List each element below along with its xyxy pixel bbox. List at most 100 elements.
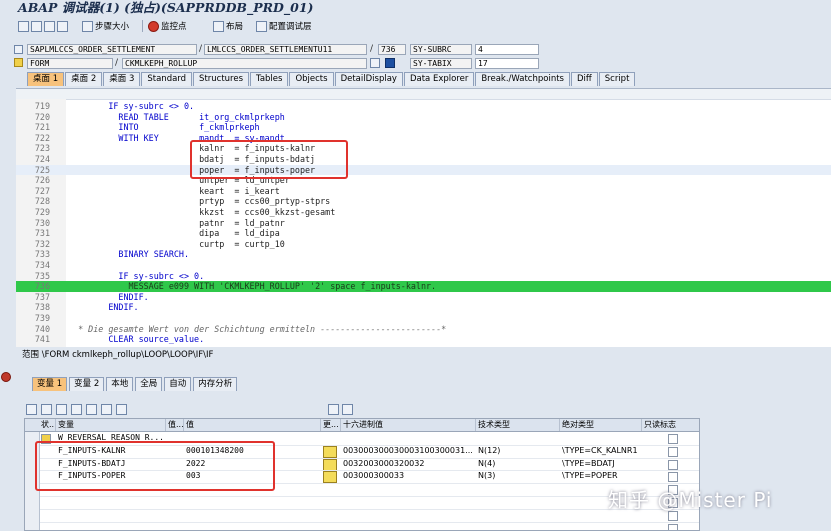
step-size-button[interactable]: 步骤大小 [82, 19, 129, 33]
line-number: 739 [34, 313, 50, 323]
cell-hex [341, 496, 476, 509]
program-icon [14, 45, 23, 54]
code-line[interactable]: 736 MESSAGE e099 WITH 'CKMLKEPH_ROLLUP' … [16, 281, 831, 292]
variables-table[interactable]: 状... 变量 值... 值 更... 十六进制值 技术类型 绝对类型 只读标志… [24, 418, 700, 531]
delete-icon[interactable] [26, 404, 37, 415]
code-text: MESSAGE e099 WITH 'CKMLKEPH_ROLLUP' '2' … [68, 281, 437, 292]
save-icon[interactable] [370, 58, 380, 68]
return-icon[interactable] [44, 20, 55, 32]
line-number: 737 [34, 291, 50, 302]
tab-structures[interactable]: Structures [193, 72, 250, 86]
save-variables-icon[interactable] [328, 404, 339, 415]
execute-icon[interactable] [31, 20, 42, 32]
col-variable[interactable]: 变量 [56, 419, 166, 431]
cell-val[interactable] [184, 509, 321, 522]
code-line[interactable]: 722 WITH KEY mandt = sy-mandt [16, 133, 831, 144]
readonly-checkbox [642, 432, 699, 445]
cell-val[interactable] [184, 496, 321, 509]
list-icon[interactable] [71, 404, 82, 415]
code-line[interactable]: 719 IF sy-subrc <> 0. [16, 101, 831, 112]
table-icon[interactable] [116, 404, 127, 415]
col-readonly[interactable]: 只读标志 [642, 419, 699, 431]
code-line[interactable]: 728 prtyp = ccs00_prtyp-stprs [16, 196, 831, 207]
code-line[interactable]: 732 curtp = curtp_10 [16, 239, 831, 250]
col-value[interactable]: 值 [184, 419, 321, 431]
col-status[interactable]: 状... [39, 419, 56, 431]
breakpoint-icon[interactable] [1, 372, 11, 382]
layout-icon [213, 20, 224, 32]
info-icon[interactable] [385, 58, 395, 68]
code-line[interactable]: 726 untper = ld_untper [16, 175, 831, 186]
code-line[interactable]: 723 kalnr = f_inputs-kalnr [16, 143, 831, 154]
line-field: 736 [378, 44, 406, 55]
tab-variables-2[interactable]: 变量 2 [69, 377, 105, 391]
continue-icon[interactable] [57, 20, 68, 32]
code-line[interactable]: 720 READ TABLE it_org_ckmlprkeph [16, 112, 831, 123]
code-line[interactable]: 727 keart = i_keart [16, 186, 831, 197]
watermark: 知乎 @Mister Pi [608, 488, 773, 512]
code-line[interactable]: 725 poper = f_inputs-poper [16, 164, 831, 176]
code-line[interactable]: 738 ENDIF. [16, 302, 831, 313]
code-line[interactable]: 735 IF sy-subrc <> 0. [16, 271, 831, 282]
tab-global[interactable]: 全局 [135, 377, 163, 391]
code-line[interactable]: 733 BINARY SEARCH. [16, 249, 831, 260]
cell-empty [39, 522, 56, 530]
tree-icon[interactable] [101, 404, 112, 415]
structure-icon[interactable] [86, 404, 97, 415]
edit-icon[interactable] [342, 404, 353, 415]
code-text: BINARY SEARCH. [68, 249, 190, 260]
code-line[interactable]: 729 kkzst = ccs00_kkzst-gesamt [16, 207, 831, 218]
export-icon[interactable] [56, 404, 67, 415]
code-text: IF sy-subrc <> 0. [68, 101, 195, 111]
col-abs-type[interactable]: 绝对类型 [560, 419, 642, 431]
tab-desktop-3[interactable]: 桌面 3 [103, 72, 141, 86]
edit-value-icon[interactable] [321, 458, 341, 471]
table-row[interactable] [25, 496, 699, 510]
line-number: 729 [34, 207, 50, 217]
cell-tech: N(3) [478, 471, 496, 481]
table-row[interactable] [25, 508, 699, 523]
tab-script[interactable]: Script [598, 72, 636, 86]
tab-memory-analysis[interactable]: 内存分析 [193, 377, 238, 391]
code-line[interactable]: 724 bdatj = f_inputs-bdatj [16, 154, 831, 165]
row-selector[interactable] [25, 496, 40, 509]
tab-desktop-2[interactable]: 桌面 2 [65, 72, 103, 86]
watchpoint-button[interactable]: 监控点 [148, 19, 187, 33]
tab-data-explorer[interactable]: Data Explorer [403, 72, 475, 86]
edit-value-icon[interactable] [321, 470, 341, 484]
code-line[interactable]: 737 ENDIF. [16, 292, 831, 303]
row-selector[interactable] [25, 521, 40, 530]
tab-auto[interactable]: 自动 [164, 377, 192, 391]
tab-detaildisplay[interactable]: DetailDisplay [334, 72, 403, 86]
code-line[interactable]: 739 [16, 313, 831, 324]
tab-objects[interactable]: Objects [289, 72, 334, 86]
code-line[interactable]: 721 INTO f_ckmlprkeph [16, 122, 831, 133]
table-header: 状... 变量 值... 值 更... 十六进制值 技术类型 绝对类型 只读标志 [25, 419, 699, 432]
tab-breakpoints[interactable]: Break./Watchpoints [475, 72, 570, 86]
config-layer-button[interactable]: 配置调试层 [256, 19, 312, 33]
tab-standard[interactable]: Standard [141, 72, 193, 86]
code-line[interactable]: 741 CLEAR source_value. [16, 334, 831, 345]
layout-button[interactable]: 布局 [213, 19, 243, 33]
code-text: curtp = curtp_10 [68, 238, 285, 249]
edit-value-icon[interactable] [321, 445, 341, 458]
tab-tables[interactable]: Tables [250, 72, 289, 86]
source-code-editor[interactable]: 719 IF sy-subrc <> 0. 720 READ TABLE it_o… [1, 88, 831, 382]
cell-val[interactable] [184, 522, 321, 530]
tab-diff[interactable]: Diff [570, 72, 598, 86]
tab-local[interactable]: 本地 [106, 377, 134, 391]
table-row[interactable] [25, 521, 699, 530]
col-change[interactable]: 更... [321, 419, 341, 431]
single-step-icon[interactable] [18, 20, 29, 32]
code-line[interactable]: 731 dipa = ld_dipa [16, 228, 831, 239]
col-tech-type[interactable]: 技术类型 [476, 419, 560, 431]
code-line[interactable]: 740 * Die gesamte Wert von der Schichtun… [16, 324, 831, 335]
tab-variables-1[interactable]: 变量 1 [32, 377, 68, 391]
row-selector[interactable] [25, 508, 40, 522]
import-icon[interactable] [41, 404, 52, 415]
col-hex[interactable]: 十六进制值 [341, 419, 476, 431]
code-line[interactable]: 734 [16, 260, 831, 271]
col-value-short[interactable]: 值... [166, 419, 184, 431]
tab-desktop-1[interactable]: 桌面 1 [27, 72, 65, 86]
code-line[interactable]: 730 patnr = ld_patnr [16, 218, 831, 229]
